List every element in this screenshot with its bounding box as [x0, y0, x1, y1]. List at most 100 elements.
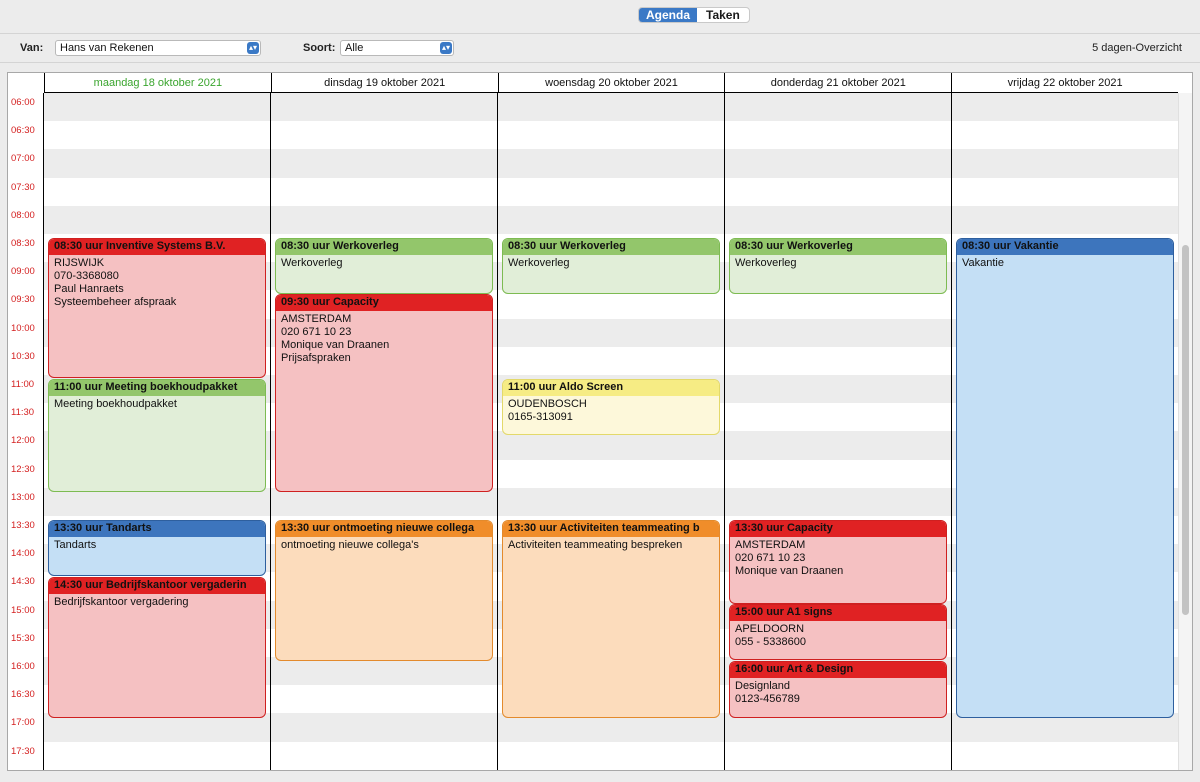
- event-bedrijfskantoor[interactable]: 14:30 uur Bedrijfskantoor vergaderin Bed…: [48, 577, 266, 718]
- time-label: 06:30: [11, 125, 35, 137]
- time-label: 09:00: [11, 266, 35, 278]
- event-werkoverleg[interactable]: 08:30 uur Werkoverleg Werkoverleg: [729, 238, 947, 294]
- calendar-grid[interactable]: 08:30 uur Inventive Systems B.V. RIJSWIJ…: [44, 93, 1178, 770]
- event-line: Meeting boekhoudpakket: [54, 398, 177, 410]
- event-line: 0123-456789: [735, 693, 800, 705]
- event-line: Tandarts: [54, 539, 97, 551]
- event-title: 13:30 uur ontmoeting nieuwe collega: [276, 521, 492, 537]
- event-line: AMSTERDAM: [735, 539, 806, 551]
- day-header-friday: vrijdag 22 oktober 2021: [951, 73, 1178, 92]
- event-line: APELDOORN: [735, 623, 805, 635]
- event-a1-signs[interactable]: 15:00 uur A1 signs APELDOORN 055 - 53386…: [729, 604, 947, 660]
- time-label: 13:00: [11, 491, 35, 503]
- event-title: 08:30 uur Werkoverleg: [503, 239, 719, 255]
- scrollbar-thumb[interactable]: [1182, 245, 1189, 615]
- time-label: 15:00: [11, 604, 35, 616]
- day-header-tuesday: dinsdag 19 oktober 2021: [270, 73, 498, 92]
- event-line: Werkoverleg: [508, 257, 570, 269]
- overview-label: 5 dagen-Overzicht: [1092, 42, 1182, 54]
- column-divider: [497, 93, 498, 770]
- event-ontmoeting[interactable]: 13:30 uur ontmoeting nieuwe collega ontm…: [275, 520, 493, 661]
- grid-stripe: [44, 93, 1178, 122]
- time-label: 14:00: [11, 548, 35, 560]
- column-divider: [270, 93, 271, 770]
- event-line: Monique van Draanen: [735, 565, 844, 577]
- time-label: 16:30: [11, 689, 35, 701]
- time-label: 17:00: [11, 717, 35, 729]
- column-divider: [951, 93, 952, 770]
- event-title: 08:30 uur Inventive Systems B.V.: [49, 239, 265, 255]
- event-aldo-screen[interactable]: 11:00 uur Aldo Screen OUDENBOSCH 0165-31…: [502, 379, 720, 435]
- time-label: 10:30: [11, 350, 35, 362]
- time-label: 08:30: [11, 238, 35, 249]
- time-label: 06:00: [11, 97, 35, 108]
- van-select[interactable]: Hans van Rekenen ▴▾: [55, 40, 261, 56]
- event-title: 15:00 uur A1 signs: [730, 605, 946, 621]
- event-meeting-boekhoudpakket[interactable]: 11:00 uur Meeting boekhoudpakket Meeting…: [48, 379, 266, 492]
- event-title: 08:30 uur Werkoverleg: [730, 239, 946, 255]
- event-line: Vakantie: [962, 257, 1004, 269]
- soort-select[interactable]: Alle ▴▾: [340, 40, 454, 56]
- event-line: 055 - 5338600: [735, 636, 806, 648]
- event-tandarts[interactable]: 13:30 uur Tandarts Tandarts: [48, 520, 266, 576]
- time-label: 08:00: [11, 209, 35, 221]
- event-vakantie[interactable]: 08:30 uur Vakantie Vakantie: [956, 238, 1174, 718]
- event-line: ontmoeting nieuwe collega's: [281, 539, 419, 551]
- event-werkoverleg[interactable]: 08:30 uur Werkoverleg Werkoverleg: [275, 238, 493, 294]
- event-capacity[interactable]: 13:30 uur Capacity AMSTERDAM 020 671 10 …: [729, 520, 947, 604]
- event-title: 13:30 uur Capacity: [730, 521, 946, 537]
- time-label: 11:00: [11, 379, 35, 390]
- day-header-thursday: donderdag 21 oktober 2021: [724, 73, 951, 92]
- event-line: Monique van Draanen: [281, 339, 390, 351]
- event-title: 13:30 uur Activiteiten teammeating b: [503, 521, 719, 537]
- grid-stripe: [44, 149, 1178, 178]
- event-title: 08:30 uur Vakantie: [957, 239, 1173, 255]
- event-title: 09:30 uur Capacity: [276, 295, 492, 311]
- day-header-row: maandag 18 oktober 2021 dinsdag 19 oktob…: [44, 73, 1178, 93]
- event-art-design[interactable]: 16:00 uur Art & Design Designland 0123-4…: [729, 661, 947, 718]
- chevron-updown-icon: ▴▾: [440, 42, 452, 54]
- event-line: Werkoverleg: [735, 257, 797, 269]
- soort-select-value: Alle: [345, 42, 364, 54]
- time-label: 17:30: [11, 745, 35, 757]
- grid-stripe: [44, 205, 1178, 234]
- event-line: 070-3368080: [54, 270, 119, 282]
- event-line: Designland: [735, 680, 791, 692]
- day-header-wednesday: woensdag 20 oktober 2021: [497, 73, 725, 92]
- event-line: Werkoverleg: [281, 257, 343, 269]
- time-label: 14:30: [11, 576, 35, 588]
- event-inventive-systems[interactable]: 08:30 uur Inventive Systems B.V. RIJSWIJ…: [48, 238, 266, 378]
- time-label: 11:30: [11, 407, 35, 419]
- event-line: 0165-313091: [508, 411, 573, 423]
- day-header-monday: maandag 18 oktober 2021: [44, 73, 271, 92]
- time-label: 16:00: [11, 661, 35, 672]
- time-label: 07:00: [11, 153, 35, 165]
- time-label: 13:30: [11, 520, 35, 531]
- event-title: 16:00 uur Art & Design: [730, 662, 946, 678]
- event-line: Prijsafspraken: [281, 352, 351, 364]
- time-column: 06:00 06:30 07:00 07:30 08:00 08:30 09:00 09:30…: [8, 93, 44, 770]
- event-activiteiten[interactable]: 13:30 uur Activiteiten teammeating b Act…: [502, 520, 720, 718]
- tab-taken[interactable]: Taken: [697, 8, 749, 22]
- grid-stripe: [44, 769, 1178, 770]
- event-line: Activiteiten teammeating bespreken: [508, 539, 683, 551]
- time-label: 07:30: [11, 181, 35, 193]
- tab-agenda[interactable]: Agenda: [639, 8, 698, 22]
- time-label: 15:30: [11, 632, 35, 644]
- event-line: Bedrijfskantoor vergadering: [54, 596, 189, 608]
- event-title: 13:30 uur Tandarts: [49, 521, 265, 537]
- event-line: RIJSWIJK: [54, 257, 105, 269]
- event-capacity[interactable]: 09:30 uur Capacity AMSTERDAM 020 671 10 …: [275, 294, 493, 492]
- van-select-value: Hans van Rekenen: [60, 42, 154, 54]
- event-line: Paul Hanraets: [54, 283, 124, 295]
- vertical-scrollbar[interactable]: [1178, 93, 1192, 770]
- event-title: 14:30 uur Bedrijfskantoor vergaderin: [49, 578, 265, 594]
- event-line: OUDENBOSCH: [508, 398, 587, 410]
- time-label: 12:30: [11, 463, 35, 475]
- event-werkoverleg[interactable]: 08:30 uur Werkoverleg Werkoverleg: [502, 238, 720, 294]
- time-label: 12:00: [11, 435, 35, 447]
- soort-label: Soort:: [303, 42, 336, 54]
- event-title: 08:30 uur Werkoverleg: [276, 239, 492, 255]
- van-label: Van:: [20, 42, 44, 54]
- time-label: 10:00: [11, 322, 35, 334]
